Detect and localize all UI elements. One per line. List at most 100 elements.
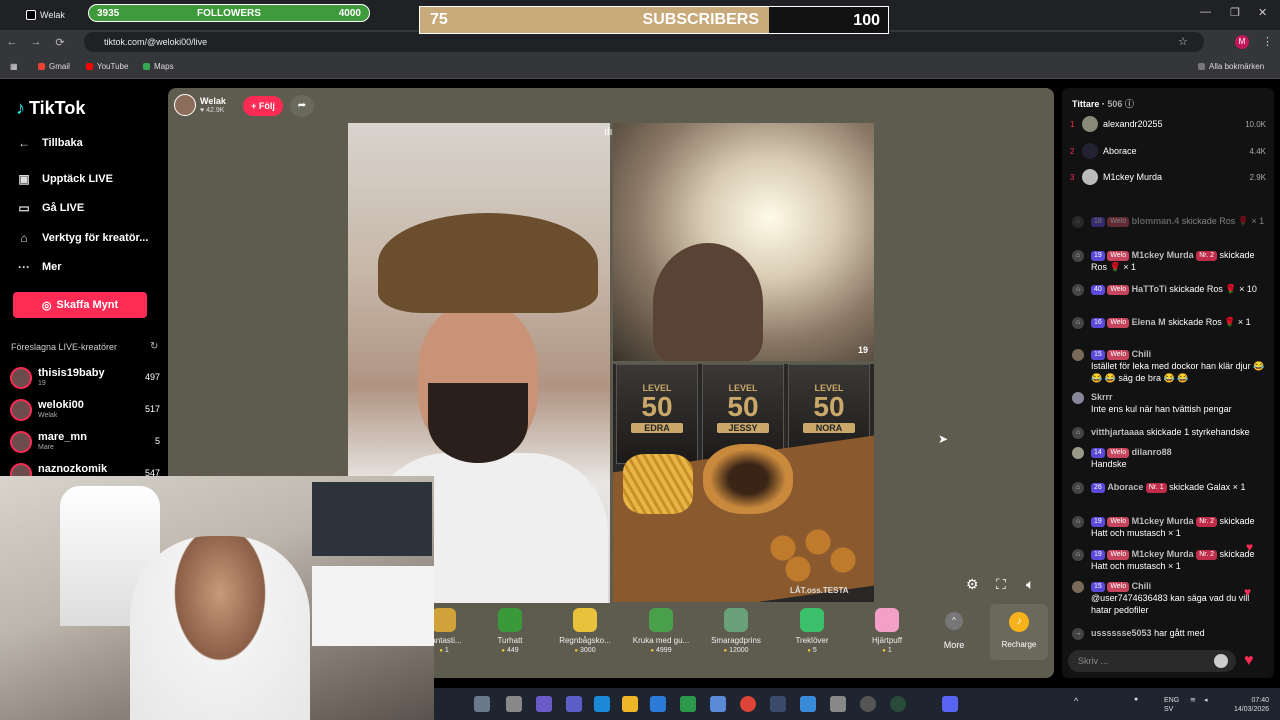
top-viewer[interactable]: 3 M1ckey Murda 2.9K <box>1070 169 1266 189</box>
clock[interactable]: 07:40 14/03/2026 <box>1234 696 1269 714</box>
suggested-creator[interactable]: mare_mn Mare 5 <box>10 431 160 457</box>
follow-button[interactable]: + Följ <box>243 96 283 116</box>
app-icon[interactable] <box>770 696 786 712</box>
gift-item[interactable]: Kruka med gu...4999 <box>621 608 701 654</box>
browser-menu-icon[interactable]: ⋮ <box>1262 35 1273 48</box>
language-indicator[interactable]: ENG SV <box>1164 696 1179 714</box>
bookmarks-bar: ▦ Gmail YouTube Maps Alla bokmärken <box>0 54 1280 79</box>
forward-icon[interactable]: → <box>24 36 48 48</box>
refresh-icon[interactable]: ↻ <box>150 341 158 352</box>
browser-tab[interactable]: Welak <box>26 4 96 26</box>
share-icon[interactable]: ➦ <box>290 95 314 117</box>
gift-icon: ⌂ <box>1072 482 1084 494</box>
gift-icon: ⌂ <box>1072 317 1084 329</box>
avatar <box>10 367 32 389</box>
info-icon[interactable]: ⓘ <box>1125 99 1134 109</box>
shield-icon[interactable] <box>680 696 696 712</box>
back-link[interactable]: ← Tillbaka <box>16 136 83 150</box>
gift-item[interactable]: Smaragdprins12000 <box>696 608 776 654</box>
folder-icon[interactable] <box>622 696 638 712</box>
gift-item[interactable]: Hjärtpuff1 <box>847 608 927 654</box>
minimize-icon[interactable]: — <box>1200 6 1211 18</box>
guest-number: 19 <box>858 345 869 355</box>
fullscreen-icon[interactable]: ⛶ <box>996 576 1006 593</box>
floating-heart-icon: ♥ <box>1246 540 1254 554</box>
followers-current: 3935 <box>97 7 120 19</box>
gift-item[interactable]: Treklöver5 <box>772 608 852 654</box>
like-heart-icon[interactable]: ♥ <box>1244 652 1254 670</box>
chat-message: ⌂ 26 Aborace Nr. 1 skickade Galax × 1 <box>1072 481 1268 507</box>
recharge-button[interactable]: ♪ Recharge <box>990 604 1048 660</box>
sidebar-item-go-live[interactable]: ▭ Gå LIVE <box>16 201 84 215</box>
fries <box>623 454 693 514</box>
get-coins-button[interactable]: ◎ Skaffa Mynt <box>13 292 147 318</box>
gift-icon <box>875 608 899 632</box>
sidebar-item-more[interactable]: ··· Mer <box>16 260 62 274</box>
avatar <box>1072 392 1084 404</box>
mail-icon[interactable] <box>650 696 666 712</box>
gift-icon: ⌂ <box>1072 284 1084 296</box>
m365-icon[interactable] <box>710 696 726 712</box>
apps-grid-icon[interactable]: ▦ <box>10 62 18 71</box>
gift-icon: ⌂ <box>1072 427 1084 439</box>
sidebar-item-creator-tools[interactable]: ⌂ Verktyg för kreatör... <box>16 231 148 245</box>
chat-message: ⌂ 19 Welo M1ckey Murda Nr. 2 skickade Hat… <box>1072 515 1268 541</box>
gift-item[interactable]: Turhatt449 <box>470 608 550 654</box>
chat-input[interactable]: Skriv ... <box>1068 650 1236 672</box>
discord-icon[interactable] <box>942 696 958 712</box>
more-gifts-button[interactable]: ^ More <box>940 612 968 650</box>
gift-bar: Fantasti...1 Turhatt449 Regnbågsko...300… <box>426 604 984 662</box>
taskbar-app-icon[interactable] <box>506 696 522 712</box>
chat-message: → usssssse5053 har gått med <box>1072 627 1268 641</box>
photos-icon[interactable] <box>800 696 816 712</box>
maximize-icon[interactable]: ❐ <box>1230 6 1240 19</box>
bookmark-star-icon[interactable]: ☆ <box>1178 35 1188 48</box>
reload-icon[interactable]: ⟳ <box>48 36 72 49</box>
chat-message: ⌂ vitthjartaaaa skickade 1 styrkehandske <box>1072 426 1268 440</box>
subscribers-label: SUBSCRIBERS <box>642 11 759 28</box>
edge-icon[interactable] <box>594 696 610 712</box>
top-viewer[interactable]: 2 Aborace 4.4K <box>1070 143 1266 163</box>
gift-item[interactable]: Regnbågsko...3000 <box>545 608 625 654</box>
file-explorer-icon[interactable] <box>474 696 490 712</box>
profile-avatar[interactable]: M <box>1235 35 1249 49</box>
tiktok-favicon-icon <box>26 10 36 20</box>
volume-icon[interactable]: 🔈︎ <box>1026 576 1034 593</box>
chrome-icon[interactable] <box>740 696 756 712</box>
followers-goal-bar: 3935 FOLLOWERS 4000 <box>88 4 370 22</box>
tray-chevron-icon[interactable]: ^ <box>1074 696 1078 706</box>
folder-icon <box>1198 63 1205 70</box>
maps-icon <box>143 63 150 70</box>
sidebar-item-discover-live[interactable]: ▣ Upptäck LIVE <box>16 172 113 186</box>
subscribers-progress-fill: 75 SUBSCRIBERS <box>420 7 769 33</box>
suggested-creator[interactable]: naznozkomik 547 <box>10 463 160 476</box>
app-icon[interactable] <box>890 696 906 712</box>
settings-gear-icon[interactable]: ⚙ <box>966 576 979 593</box>
microphone-icon[interactable]: ● <box>1134 696 1138 703</box>
suggested-creator[interactable]: weloki00 Welak 517 <box>10 399 160 425</box>
copilot-icon[interactable] <box>536 696 552 712</box>
bookmark-gmail[interactable]: Gmail <box>38 62 70 71</box>
gift-icon <box>573 608 597 632</box>
chevron-up-icon: ^ <box>945 612 963 630</box>
close-window-icon[interactable]: ✕ <box>1258 6 1267 19</box>
top-viewer[interactable]: 1 alexandr20255 10.0K <box>1070 116 1266 136</box>
teams-icon[interactable] <box>566 696 582 712</box>
tiktok-logo[interactable]: ♪ TikTok <box>16 98 85 119</box>
url-bar[interactable]: tiktok.com/@weloki00/live <box>84 32 1204 52</box>
webcam-tv <box>312 482 432 556</box>
bookmark-youtube[interactable]: YouTube <box>86 62 128 71</box>
back-icon[interactable]: ← <box>0 36 24 48</box>
emoji-icon[interactable] <box>1214 654 1228 668</box>
avatar <box>1072 581 1084 593</box>
gift-icon <box>649 608 673 632</box>
suggested-creator[interactable]: thisis19baby 19 497 <box>10 367 160 393</box>
all-bookmarks[interactable]: Alla bokmärken <box>1198 62 1264 71</box>
followers-label: FOLLOWERS <box>197 7 261 19</box>
app-icon[interactable] <box>830 696 846 712</box>
obs-icon[interactable] <box>860 696 876 712</box>
suggested-creators-title: Föreslagna LIVE-kreatörer <box>11 342 118 352</box>
bookmark-maps[interactable]: Maps <box>143 62 174 71</box>
speaker-icon[interactable]: ◂ <box>1204 696 1208 704</box>
wifi-icon[interactable]: ≋ <box>1190 696 1196 704</box>
